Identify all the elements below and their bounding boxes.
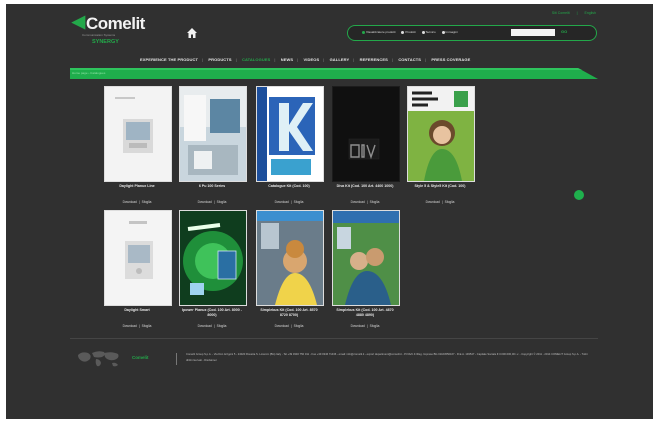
download-link[interactable]: Download — [275, 200, 289, 204]
top-link-sites[interactable]: Siti Comelit — [552, 11, 570, 15]
catalogue-title: 6 Pu 100 Series — [198, 184, 226, 188]
browse-link[interactable]: Sfoglia — [142, 200, 152, 204]
footer-logo[interactable]: Comelit — [132, 355, 149, 360]
nav-item-contacts[interactable]: CONTACTS — [398, 57, 421, 62]
search-bar: Visualizzatore prodotti Prodotti Tecnico… — [347, 25, 597, 41]
breadcrumb[interactable]: Home page › Catalogues — [72, 71, 105, 75]
download-link[interactable]: Download — [275, 324, 289, 328]
top-link-sep: | — [576, 11, 578, 15]
download-link[interactable]: Download — [198, 324, 212, 328]
search-option-label: Immagini — [445, 30, 458, 34]
catalogue-cover[interactable] — [332, 210, 400, 306]
search-option-label: Visualizzatore prodotti — [366, 30, 396, 34]
nav-separator: | — [274, 57, 276, 62]
catalogue-actions: Download | Sfoglia — [425, 200, 455, 204]
nav-item-videos[interactable]: VIDEOS — [304, 57, 320, 62]
footer-legal-text: Comelit Group S.p.A. - Via Don Arrigoni … — [186, 353, 589, 362]
browse-link[interactable]: Sfoglia — [217, 200, 227, 204]
world-map-icon — [78, 351, 119, 367]
page: ◀ Comelit Communication Systems SYNERGY … — [6, 4, 653, 419]
download-link[interactable]: Download — [351, 324, 365, 328]
browse-link[interactable]: Sfoglia — [294, 324, 304, 328]
catalogue-title: Ipower Planux (Cod. 100 Art. 8000 - 8000… — [182, 308, 242, 317]
browse-link[interactable]: Sfoglia — [370, 324, 380, 328]
browse-link[interactable]: Sfoglia — [142, 324, 152, 328]
catalogue-cover[interactable] — [179, 210, 247, 306]
logo-subtitle: Communication Systems — [82, 33, 116, 37]
nav-item-news[interactable]: NEWS — [281, 57, 293, 62]
catalogue-actions: Download | Sfoglia — [197, 324, 227, 328]
search-go-button[interactable]: GO — [561, 29, 567, 34]
catalogue-actions: Download | Sfoglia — [274, 200, 304, 204]
nav-separator: | — [425, 57, 427, 62]
nav-separator: | — [323, 57, 325, 62]
browse-link[interactable]: Sfoglia — [370, 200, 380, 204]
catalogue-actions: Download | Sfoglia — [350, 200, 380, 204]
nav-separator: | — [202, 57, 204, 62]
radio-icon[interactable] — [401, 30, 405, 34]
download-link[interactable]: Download — [198, 200, 212, 204]
catalogue-cover[interactable] — [256, 86, 324, 182]
browse-link[interactable]: Sfoglia — [294, 200, 304, 204]
green-band — [70, 68, 598, 79]
catalogue-actions: Download | Sfoglia — [122, 324, 152, 328]
nav-item-gallery[interactable]: GALLERY — [330, 57, 350, 62]
catalogue-cover[interactable] — [407, 86, 475, 182]
top-link-language[interactable]: English — [585, 11, 596, 15]
catalogue-title: Catalogue Kit (Cod. 100) — [268, 184, 310, 188]
catalogue-cover[interactable] — [104, 86, 172, 182]
radio-icon[interactable] — [441, 30, 445, 34]
nav-separator: | — [235, 57, 237, 62]
catalogue-cover[interactable] — [256, 210, 324, 306]
nav-item-press[interactable]: PRESS COVERAGE — [431, 57, 470, 62]
catalogue-title: Simplebus Kit (Cod. 100 Art. 4870 4880 4… — [336, 308, 394, 317]
download-link[interactable]: Download — [123, 200, 137, 204]
catalogue-title: Simplebus Kit (Cod. 100 Art. 8570 8720 8… — [260, 308, 318, 317]
catalogue-title: Daylight Smart — [124, 308, 150, 312]
browse-link[interactable]: Sfoglia — [217, 324, 227, 328]
top-links: Siti Comelit | English — [549, 11, 599, 15]
search-input[interactable] — [511, 29, 555, 36]
scroll-indicator-dot[interactable] — [574, 190, 584, 200]
nav-item-references[interactable]: REFERENCES — [360, 57, 388, 62]
nav-separator: | — [391, 57, 394, 62]
catalogue-title: Diva Kit (Cod. 100 Art. 4400 1000) — [336, 184, 394, 188]
home-icon[interactable] — [186, 27, 198, 39]
catalogue-title: Style 5 & Style5 Kit (Cod. 100) — [414, 184, 466, 188]
search-options: Visualizzatore prodotti Prodotti Tecnico… — [357, 30, 458, 34]
search-option-label: Prodotti — [405, 30, 416, 34]
radio-icon[interactable] — [421, 30, 425, 34]
catalogue-title: Daylight Planux Line — [119, 184, 155, 188]
catalogue-actions: Download | Sfoglia — [197, 200, 227, 204]
browse-link[interactable]: Sfoglia — [445, 200, 455, 204]
footer-divider — [70, 338, 598, 339]
catalogue-cover[interactable] — [332, 86, 400, 182]
footer-separator — [176, 353, 177, 365]
main-nav: EXPERIENCE THE PRODUCT | PRODUCTS | CATALO… — [138, 57, 472, 62]
catalogue-cover[interactable] — [179, 86, 247, 182]
logo-tagline: SYNERGY — [92, 39, 119, 45]
logo-mark-icon: ◀ — [72, 12, 86, 31]
nav-separator: | — [353, 57, 355, 62]
logo-text: Comelit — [86, 14, 145, 33]
nav-item-catalogues[interactable]: CATALOGUES — [242, 57, 270, 62]
nav-item-products[interactable]: PRODUCTS — [208, 57, 231, 62]
catalogue-cover[interactable] — [104, 210, 172, 306]
catalogue-actions: Download | Sfoglia — [274, 324, 304, 328]
catalogue-actions: Download | Sfoglia — [350, 324, 380, 328]
download-link[interactable]: Download — [351, 200, 365, 204]
catalogue-actions: Download | Sfoglia — [122, 200, 152, 204]
download-link[interactable]: Download — [426, 200, 440, 204]
nav-item-experience[interactable]: EXPERIENCE THE PRODUCT — [140, 57, 198, 62]
download-link[interactable]: Download — [123, 324, 137, 328]
search-option-label: Tecnico — [425, 30, 436, 34]
radio-icon[interactable] — [362, 30, 365, 34]
nav-separator: | — [297, 57, 299, 62]
